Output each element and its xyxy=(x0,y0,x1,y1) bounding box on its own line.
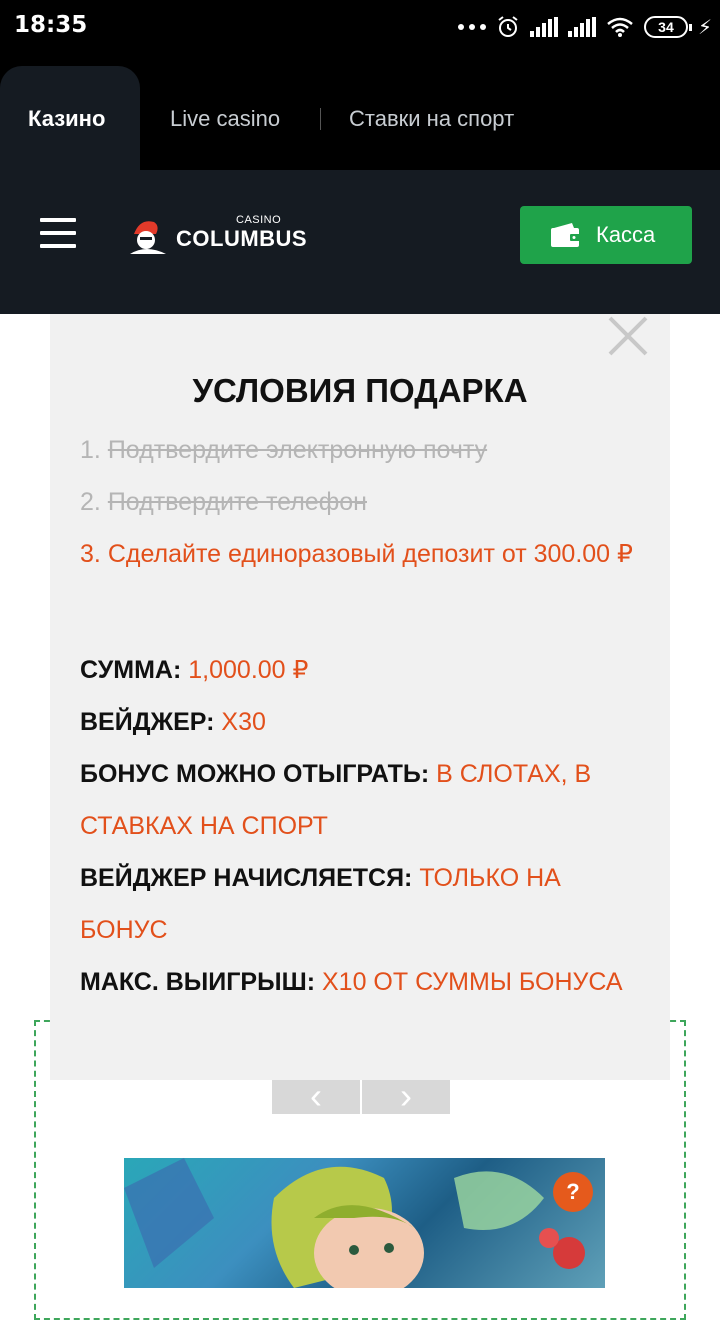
condition-number: 1. xyxy=(80,436,101,464)
detail-label: ВЕЙДЖЕР НАЧИСЛЯЕТСЯ: xyxy=(80,864,413,892)
detail-wager: ВЕЙДЖЕР: X30 xyxy=(80,696,640,748)
status-time: 18:35 xyxy=(14,12,88,38)
condition-number: 3. xyxy=(80,540,101,568)
detail-playthrough: БОНУС МОЖНО ОТЫГРАТЬ: В СЛОТАХ, В СТАВКА… xyxy=(80,748,640,852)
detail-label: БОНУС МОЖНО ОТЫГРАТЬ: xyxy=(80,760,430,788)
wallet-icon xyxy=(551,223,580,247)
charging-icon: ⚡ xyxy=(697,16,712,39)
detail-label: МАКС. ВЫИГРЫШ: xyxy=(80,968,316,996)
wifi-icon xyxy=(607,17,633,37)
tab-casino[interactable]: Казино xyxy=(0,66,140,170)
detail-value: X30 xyxy=(221,708,266,736)
condition-number: 2. xyxy=(80,488,101,516)
chevron-left-icon[interactable]: ‹ xyxy=(272,1078,360,1114)
detail-value: 1,000.00 ₽ xyxy=(188,656,309,684)
site-header: CASINO COLUMBUS Касса xyxy=(0,170,720,314)
logo-columbus-text: COLUMBUS xyxy=(176,226,308,251)
condition-text: Сделайте единоразовый депозит от 300.00 … xyxy=(107,540,633,568)
bonus-details: СУММА: 1,000.00 ₽ ВЕЙДЖЕР: X30 БОНУС МОЖ… xyxy=(80,644,640,1008)
columbus-logo[interactable]: CASINO COLUMBUS xyxy=(126,214,316,258)
close-icon[interactable] xyxy=(606,314,650,358)
detail-max-win: МАКС. ВЫИГРЫШ: X10 ОТ СУММЫ БОНУСА xyxy=(80,956,640,1008)
condition-phone: 2. Подтвердите телефон xyxy=(80,484,640,520)
pirate-logo-icon xyxy=(130,221,166,254)
chevron-right-icon[interactable]: › xyxy=(362,1078,450,1114)
tab-divider xyxy=(320,108,321,130)
signal-icon-2 xyxy=(567,17,596,37)
menu-icon[interactable] xyxy=(40,218,76,248)
status-icons: 34 ⚡ xyxy=(457,12,712,42)
condition-text: Подтвердите электронную почту xyxy=(107,436,488,464)
gift-conditions-modal: УСЛОВИЯ ПОДАРКА 1. Подтвердите электронн… xyxy=(50,314,670,1080)
cashier-label: Касса xyxy=(596,222,656,247)
game-banner-image[interactable] xyxy=(124,1158,605,1288)
cashier-button[interactable]: Касса xyxy=(520,206,692,264)
tab-sport-betting[interactable]: Ставки на спорт xyxy=(349,106,514,132)
detail-value: X10 ОТ СУММЫ БОНУСА xyxy=(321,968,623,996)
top-nav: Казино Live casino Ставки на спорт xyxy=(0,54,720,170)
detail-amount: СУММА: 1,000.00 ₽ xyxy=(80,644,640,696)
alarm-icon xyxy=(498,16,518,37)
more-dots-icon xyxy=(457,24,486,30)
detail-label: СУММА: xyxy=(80,656,182,684)
carousel-arrows: ‹ › xyxy=(272,1078,450,1114)
condition-email: 1. Подтвердите электронную почту xyxy=(80,432,640,468)
condition-deposit: 3. Сделайте единоразовый депозит от 300.… xyxy=(80,536,640,572)
modal-title: УСЛОВИЯ ПОДАРКА xyxy=(192,372,528,409)
tab-casino-label: Казино xyxy=(28,106,106,131)
battery-level: 34 xyxy=(658,19,674,35)
status-bar: 18:35 34 ⚡ xyxy=(0,0,720,54)
tab-live-casino[interactable]: Live casino xyxy=(170,106,280,132)
condition-text: Подтвердите телефон xyxy=(107,488,367,516)
signal-icon xyxy=(529,17,558,37)
help-button[interactable]: ? xyxy=(553,1172,593,1212)
detail-label: ВЕЙДЖЕР: xyxy=(80,708,215,736)
detail-wager-credited: ВЕЙДЖЕР НАЧИСЛЯЕТСЯ: ТОЛЬКО НА БОНУС xyxy=(80,852,640,956)
logo-casino-text: CASINO xyxy=(236,214,282,226)
fairy-illustration xyxy=(124,1158,585,1288)
battery-icon: 34 xyxy=(643,16,692,38)
